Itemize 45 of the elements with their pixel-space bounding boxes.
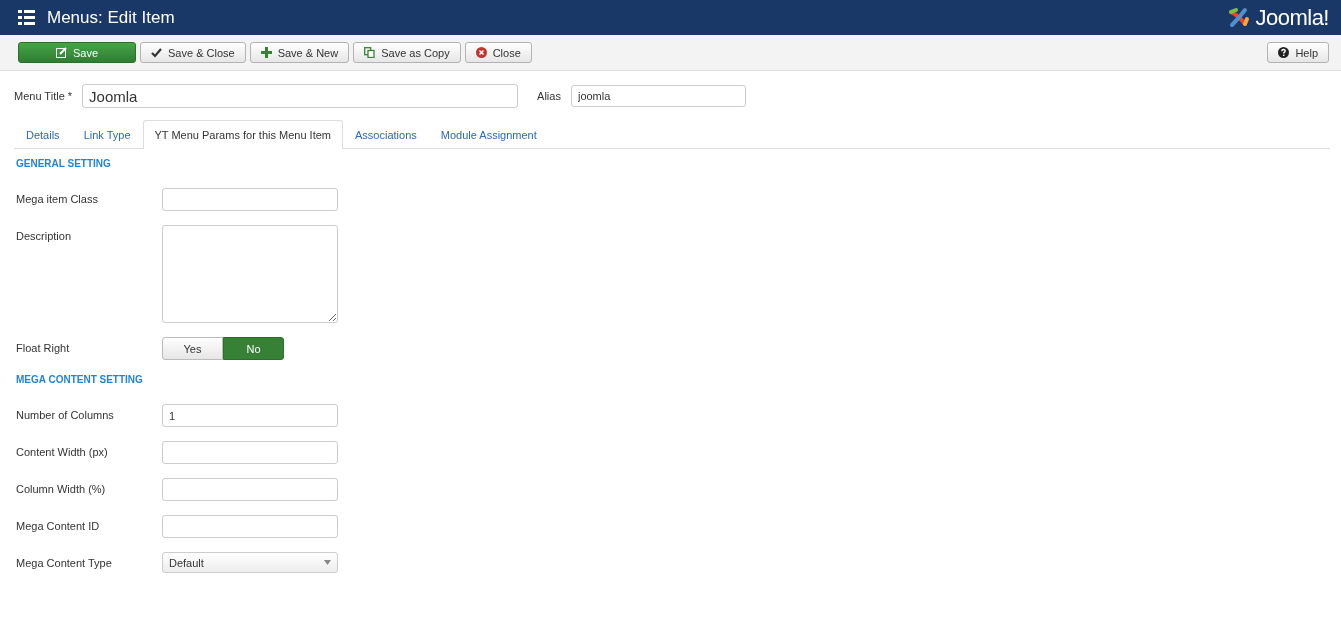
text-input[interactable]: 1 [162,404,338,427]
toolbar-button[interactable]: Save & Close [140,42,246,63]
tab[interactable]: YT Menu Params for this Menu Item [142,120,343,149]
plus-icon [260,47,272,58]
copy-icon [364,47,376,58]
field-label: Content Width (px) [16,445,109,458]
field-label: Mega item Class [16,192,99,205]
field-label: Alias [537,90,561,102]
field-label: Menu Title * [14,90,73,102]
alias-input[interactable]: joomla [570,85,746,107]
check-icon [151,47,162,58]
help-icon [1278,47,1290,58]
logo-icon [1227,5,1252,30]
text-input[interactable] [162,515,338,538]
description-textarea[interactable] [162,225,338,323]
section-heading: MEGA CONTENT SETTING [16,374,144,387]
text-input[interactable] [162,441,338,464]
field-label: Description [16,229,73,242]
tab[interactable]: Link Type [71,120,143,148]
field-label: Float Right [16,341,71,354]
title-input[interactable]: Joomla [82,84,519,108]
text-input[interactable] [162,188,338,211]
page-title: Menus: Edit Item [47,7,176,28]
field-label: Column Width (%) [16,482,107,495]
toggle-option[interactable]: No [223,337,284,360]
tab[interactable]: Module Assignment [428,120,549,148]
tab[interactable]: Details [14,120,72,148]
menu-icon[interactable] [18,10,35,25]
toolbar-button[interactable]: Close [464,42,532,63]
toggle-option[interactable]: Yes [162,337,223,360]
toolbar-button[interactable]: Save [18,42,136,63]
select-dropdown[interactable]: Default [162,552,338,573]
field-label: Mega Content Type [16,556,113,569]
section-heading: GENERAL SETTING [16,158,112,171]
toolbar-button[interactable]: Save as Copy [353,42,461,63]
tab[interactable]: Associations [343,120,429,148]
text-input[interactable] [162,478,338,501]
field-label: Mega Content ID [16,519,101,532]
help-button[interactable]: Help [1267,42,1329,63]
close-icon [475,47,487,58]
toolbar-button[interactable]: Save & New [249,42,350,63]
logo-text: Joomla! [1255,4,1329,31]
edit-icon [55,47,67,58]
caret-icon [324,560,331,565]
field-label: Number of Columns [16,408,115,421]
